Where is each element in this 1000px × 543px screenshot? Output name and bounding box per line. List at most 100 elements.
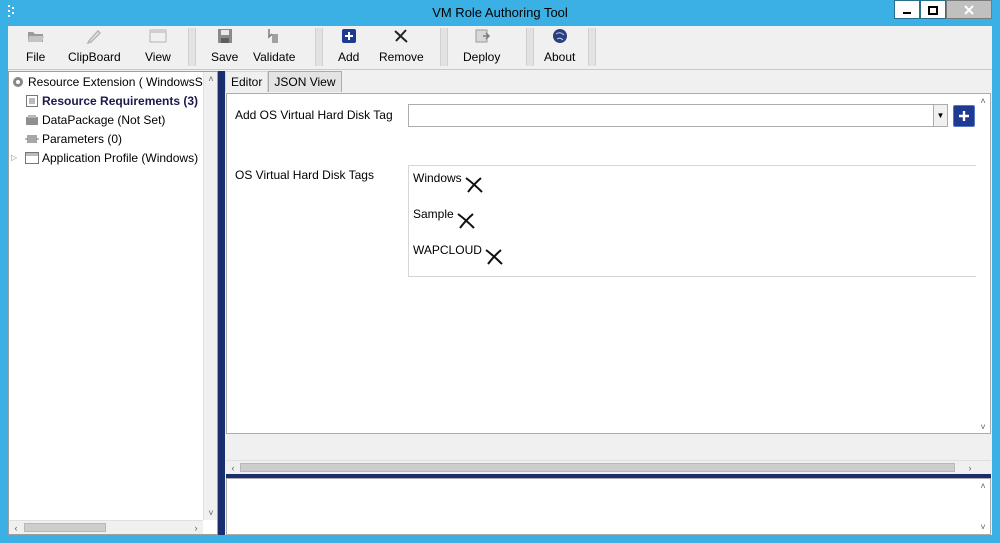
tree-item-datapackage[interactable]: DataPackage (Not Set)	[25, 111, 165, 129]
add-label: Add	[338, 50, 360, 64]
save-label: Save	[211, 50, 239, 64]
gear-icon	[11, 75, 25, 89]
scroll-right-icon[interactable]: ›	[189, 521, 203, 534]
tags-list: Windows Sample WAPCLOUD	[408, 165, 990, 277]
expand-arrow-icon[interactable]: ▷	[11, 153, 17, 162]
toolbar-separator	[188, 28, 196, 66]
maximize-button[interactable]	[920, 0, 946, 19]
minimize-icon	[903, 11, 911, 14]
parameters-icon	[25, 132, 39, 146]
package-icon	[25, 113, 39, 127]
save-button[interactable]: Save	[211, 27, 238, 67]
add-tag-button[interactable]	[953, 105, 975, 127]
validate-icon	[265, 27, 283, 45]
plus-icon	[959, 111, 969, 121]
tree-item-label: Resource Requirements (3)	[42, 94, 199, 108]
toolbar: File ClipBoard View Save Validate Add Re…	[8, 26, 992, 70]
minimize-button[interactable]	[894, 0, 920, 19]
deploy-label: Deploy	[463, 50, 501, 64]
view-label: View	[145, 50, 171, 64]
editor-horizontal-scrollbar[interactable]: ‹ ›	[226, 460, 991, 474]
tree-item-parameters[interactable]: Parameters (0)	[25, 130, 122, 148]
clipboard-label: ClipBoard	[68, 50, 121, 64]
close-icon	[964, 4, 974, 15]
scroll-up-icon[interactable]: ˄	[976, 94, 990, 108]
tag-item: WAPCLOUD	[413, 243, 504, 265]
add-tag-combobox[interactable]: ▼	[408, 104, 948, 127]
resource-tree: Resource Extension ( WindowsSa Resource …	[8, 71, 218, 535]
title-bar[interactable]: VM Role Authoring Tool	[0, 0, 1000, 26]
remove-tag-icon[interactable]	[484, 248, 504, 266]
remove-button[interactable]: Remove	[379, 27, 424, 67]
add-icon	[340, 27, 358, 45]
deploy-icon	[473, 27, 491, 45]
remove-label: Remove	[379, 50, 424, 64]
tags-label: OS Virtual Hard Disk Tags	[235, 168, 374, 182]
floppy-disk-icon	[216, 27, 234, 45]
profile-icon	[25, 151, 39, 165]
tab-json-view[interactable]: JSON View	[268, 71, 342, 92]
validate-label: Validate	[253, 50, 296, 64]
toolbar-separator	[315, 28, 323, 66]
tree-item-resource-extension[interactable]: Resource Extension ( WindowsSa	[11, 73, 209, 91]
tab-strip: Editor JSON View	[225, 71, 342, 93]
editor-vertical-scrollbar[interactable]: ˄ ˅	[976, 94, 990, 433]
tree-item-resource-requirements[interactable]: Resource Requirements (3)	[25, 92, 198, 110]
list-icon	[25, 94, 39, 108]
tree-vertical-scrollbar[interactable]: ˄ ˅	[203, 72, 217, 520]
pencil-icon	[85, 27, 103, 45]
about-label: About	[544, 50, 576, 64]
validate-button[interactable]: Validate	[253, 27, 295, 67]
output-pane: ˄ ˅	[226, 478, 991, 535]
window-controls	[894, 0, 992, 20]
scroll-left-icon[interactable]: ‹	[9, 521, 23, 534]
clipboard-button[interactable]: ClipBoard	[68, 27, 121, 67]
tag-label: Windows	[413, 171, 462, 185]
scroll-down-icon[interactable]: ˅	[204, 506, 217, 520]
toolbar-separator	[588, 28, 596, 66]
deploy-button[interactable]: Deploy	[463, 27, 500, 67]
close-button[interactable]	[946, 0, 992, 19]
tree-item-label: Parameters (0)	[42, 132, 123, 146]
view-button[interactable]: View	[145, 27, 171, 67]
scroll-right-icon[interactable]: ›	[963, 461, 977, 475]
file-button[interactable]: File	[26, 27, 45, 67]
scroll-up-icon[interactable]: ˄	[204, 72, 217, 86]
restore-icon	[928, 5, 938, 15]
scroll-down-icon[interactable]: ˅	[976, 520, 990, 534]
tree-horizontal-scrollbar[interactable]: ‹ ›	[9, 520, 203, 534]
scroll-thumb[interactable]	[240, 463, 955, 472]
app-window: VM Role Authoring Tool File ClipBoard Vi…	[0, 0, 1000, 543]
tree-item-label: DataPackage (Not Set)	[42, 113, 166, 127]
tree-item-label: Resource Extension ( WindowsSa	[28, 75, 210, 89]
client-area: File ClipBoard View Save Validate Add Re…	[8, 26, 992, 535]
tree-item-label: Application Profile (Windows)	[42, 151, 199, 165]
remove-x-icon	[392, 27, 410, 45]
about-button[interactable]: About	[544, 27, 575, 67]
tag-item: Sample	[413, 207, 476, 229]
about-globe-icon	[551, 27, 569, 45]
tab-editor[interactable]: Editor	[225, 71, 269, 92]
window-title: VM Role Authoring Tool	[432, 5, 568, 20]
main-panel: Editor JSON View Add OS Virtual Hard Dis…	[225, 71, 992, 535]
tree-item-application-profile[interactable]: ▷ Application Profile (Windows)	[11, 149, 199, 167]
add-button[interactable]: Add	[338, 27, 359, 67]
tag-item: Windows	[413, 171, 484, 193]
tag-label: WAPCLOUD	[413, 243, 482, 257]
chevron-down-icon[interactable]: ▼	[933, 105, 947, 126]
add-tag-label: Add OS Virtual Hard Disk Tag	[235, 108, 393, 122]
remove-tag-icon[interactable]	[464, 176, 484, 194]
scroll-up-icon[interactable]: ˄	[976, 479, 990, 493]
toolbar-separator	[440, 28, 448, 66]
tag-label: Sample	[413, 207, 454, 221]
panel-splitter[interactable]	[218, 71, 225, 535]
scroll-down-icon[interactable]: ˅	[976, 420, 990, 433]
output-vertical-scrollbar[interactable]: ˄ ˅	[976, 479, 990, 534]
scroll-left-icon[interactable]: ‹	[226, 461, 240, 475]
toolbar-separator	[526, 28, 534, 66]
view-window-icon	[149, 27, 167, 45]
folder-icon	[27, 27, 45, 45]
file-label: File	[26, 50, 46, 64]
scroll-thumb[interactable]	[24, 523, 106, 532]
remove-tag-icon[interactable]	[456, 212, 476, 230]
